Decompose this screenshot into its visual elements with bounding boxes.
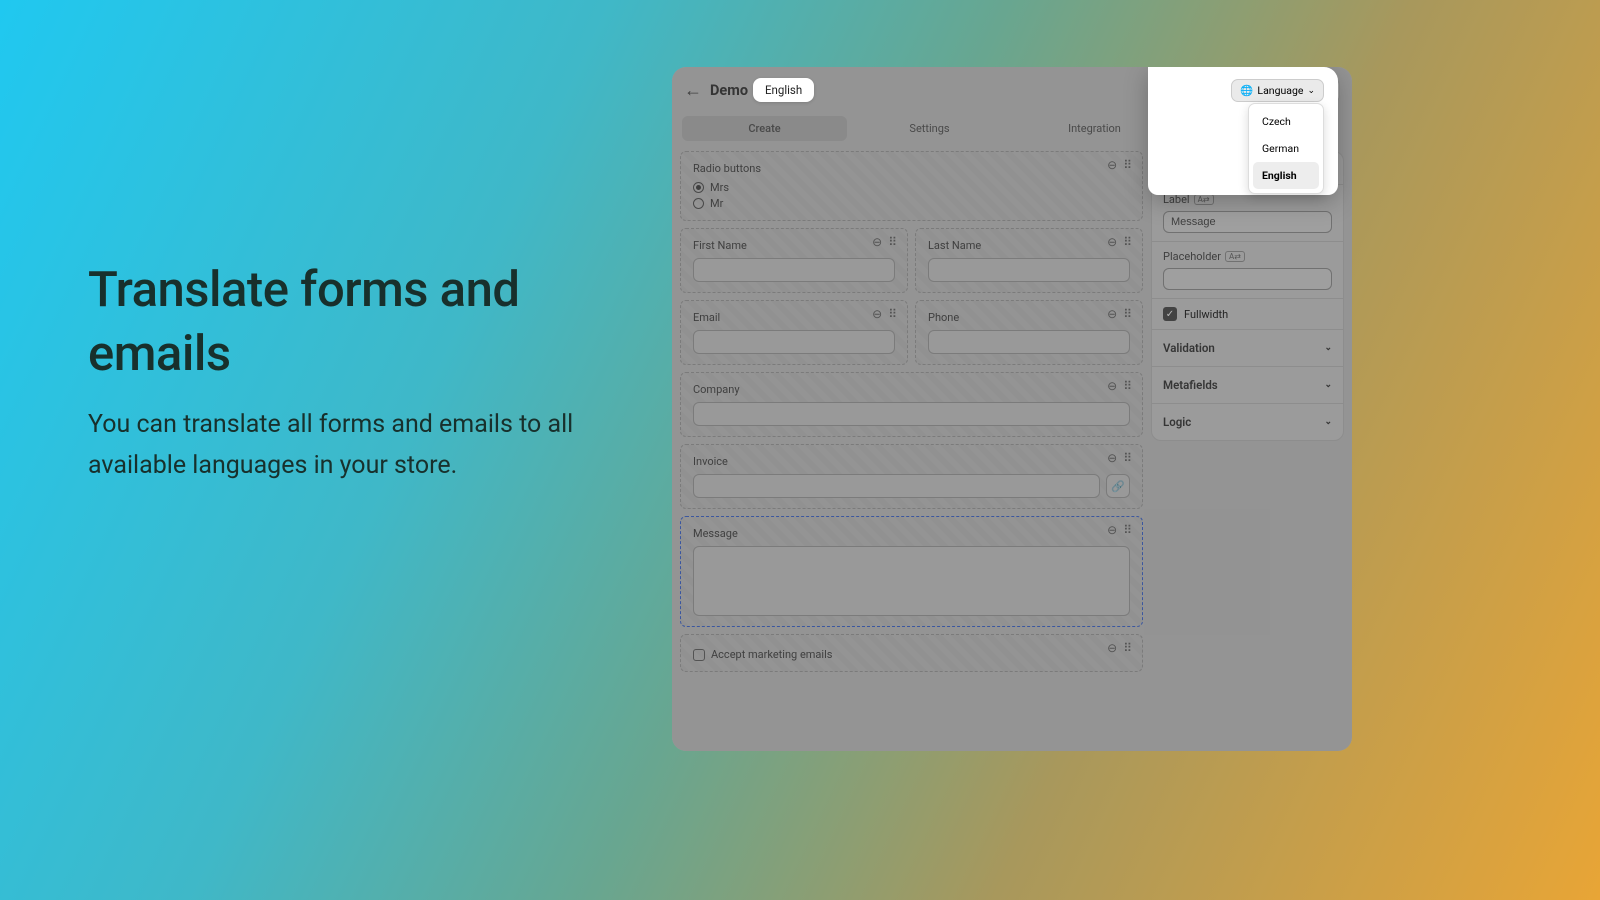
remove-icon[interactable]: ⊖ xyxy=(1107,641,1117,655)
text-input[interactable] xyxy=(928,330,1130,354)
remove-icon[interactable]: ⊖ xyxy=(1107,307,1117,321)
radio-option-mr[interactable]: Mr xyxy=(693,197,1130,210)
attachment-button[interactable]: 🔗 xyxy=(1106,474,1130,498)
remove-icon[interactable]: ⊖ xyxy=(1107,379,1117,393)
translate-badge-icon: A⇄ xyxy=(1225,251,1245,262)
checkbox-icon[interactable] xyxy=(693,649,705,661)
placeholder-input[interactable] xyxy=(1163,268,1332,290)
label-input[interactable] xyxy=(1163,211,1332,233)
page-title: Demo xyxy=(710,82,748,99)
remove-icon[interactable]: ⊖ xyxy=(1107,523,1117,537)
language-button[interactable]: 🌐 Language ⌄ xyxy=(1231,79,1324,102)
field-label: Email xyxy=(693,311,895,324)
chevron-down-icon: ⌄ xyxy=(1324,343,1332,353)
drag-handle-icon[interactable]: ⠿ xyxy=(1123,523,1132,537)
accordion-logic[interactable]: Logic⌄ xyxy=(1152,403,1343,440)
accordion-validation[interactable]: Validation⌄ xyxy=(1152,329,1343,366)
globe-icon: 🌐 xyxy=(1240,84,1253,97)
drag-handle-icon[interactable]: ⠿ xyxy=(1123,235,1132,249)
radio-icon xyxy=(693,198,704,209)
app-window: ← Demo English 🌐 Language ⌄ Create Setti… xyxy=(672,67,1352,751)
field-label: Accept marketing emails xyxy=(711,648,832,661)
remove-icon[interactable]: ⊖ xyxy=(1107,158,1117,172)
accordion-metafields[interactable]: Metafields⌄ xyxy=(1152,366,1343,403)
checkbox-checked-icon: ✓ xyxy=(1163,307,1177,321)
placeholder-field-label: Placeholder xyxy=(1163,250,1221,263)
field-accept-marketing[interactable]: ⊖ ⠿ Accept marketing emails xyxy=(680,634,1143,672)
current-language-pill[interactable]: English xyxy=(753,78,814,102)
text-input[interactable] xyxy=(693,258,895,282)
language-option-german[interactable]: German xyxy=(1253,135,1319,162)
language-option-english[interactable]: English xyxy=(1253,162,1319,189)
field-label: Last Name xyxy=(928,239,1130,252)
field-company[interactable]: ⊖ ⠿ Company xyxy=(680,372,1143,437)
hero-title: Translate forms and emails xyxy=(88,258,628,385)
chevron-down-icon: ⌄ xyxy=(1324,380,1332,390)
radio-option-mrs[interactable]: Mrs xyxy=(693,181,1130,194)
text-input[interactable] xyxy=(693,330,895,354)
radio-icon xyxy=(693,182,704,193)
language-dropdown: Czech German English xyxy=(1248,103,1324,194)
drag-handle-icon[interactable]: ⠿ xyxy=(1123,451,1132,465)
tab-create[interactable]: Create xyxy=(682,116,847,141)
field-first-name[interactable]: ⊖ ⠿ First Name xyxy=(680,228,908,293)
remove-icon[interactable]: ⊖ xyxy=(1107,451,1117,465)
tab-settings[interactable]: Settings xyxy=(847,116,1012,141)
drag-handle-icon[interactable]: ⠿ xyxy=(1123,307,1132,321)
drag-handle-icon[interactable]: ⠿ xyxy=(1123,158,1132,172)
drag-handle-icon[interactable]: ⠿ xyxy=(888,307,897,321)
chevron-down-icon: ⌄ xyxy=(1324,417,1332,427)
language-option-czech[interactable]: Czech xyxy=(1253,108,1319,135)
text-input[interactable] xyxy=(693,474,1100,498)
fullwidth-checkbox[interactable]: ✓ Fullwidth xyxy=(1163,307,1332,321)
field-radio-buttons[interactable]: ⊖ ⠿ Radio buttons Mrs Mr xyxy=(680,151,1143,221)
translate-badge-icon: A⇄ xyxy=(1194,194,1214,205)
remove-icon[interactable]: ⊖ xyxy=(1107,235,1117,249)
field-label: Phone xyxy=(928,311,1130,324)
form-canvas: ⊖ ⠿ Radio buttons Mrs Mr ⊖ ⠿ First Name ⊖… xyxy=(680,151,1143,672)
back-arrow-icon[interactable]: ← xyxy=(684,80,702,101)
field-last-name[interactable]: ⊖ ⠿ Last Name xyxy=(915,228,1143,293)
drag-handle-icon[interactable]: ⠿ xyxy=(1123,641,1132,655)
text-input[interactable] xyxy=(693,402,1130,426)
field-label: Company xyxy=(693,383,1130,396)
field-label: Invoice xyxy=(693,455,1130,468)
field-label: Radio buttons xyxy=(693,162,1130,175)
language-popover: 🌐 Language ⌄ Czech German English xyxy=(1148,67,1338,195)
field-label: Message xyxy=(693,527,1130,540)
drag-handle-icon[interactable]: ⠿ xyxy=(1123,379,1132,393)
field-label: First Name xyxy=(693,239,895,252)
field-invoice[interactable]: ⊖ ⠿ Invoice 🔗 xyxy=(680,444,1143,509)
chevron-down-icon: ⌄ xyxy=(1307,86,1315,96)
remove-icon[interactable]: ⊖ xyxy=(872,307,882,321)
remove-icon[interactable]: ⊖ xyxy=(872,235,882,249)
link-icon: 🔗 xyxy=(1111,480,1125,493)
field-email[interactable]: ⊖ ⠿ Email xyxy=(680,300,908,365)
drag-handle-icon[interactable]: ⠿ xyxy=(888,235,897,249)
hero-subtitle: You can translate all forms and emails t… xyxy=(88,405,628,486)
text-input[interactable] xyxy=(928,258,1130,282)
textarea-input[interactable] xyxy=(693,546,1130,616)
field-phone[interactable]: ⊖ ⠿ Phone xyxy=(915,300,1143,365)
field-message[interactable]: ⊖ ⠿ Message xyxy=(680,516,1143,627)
